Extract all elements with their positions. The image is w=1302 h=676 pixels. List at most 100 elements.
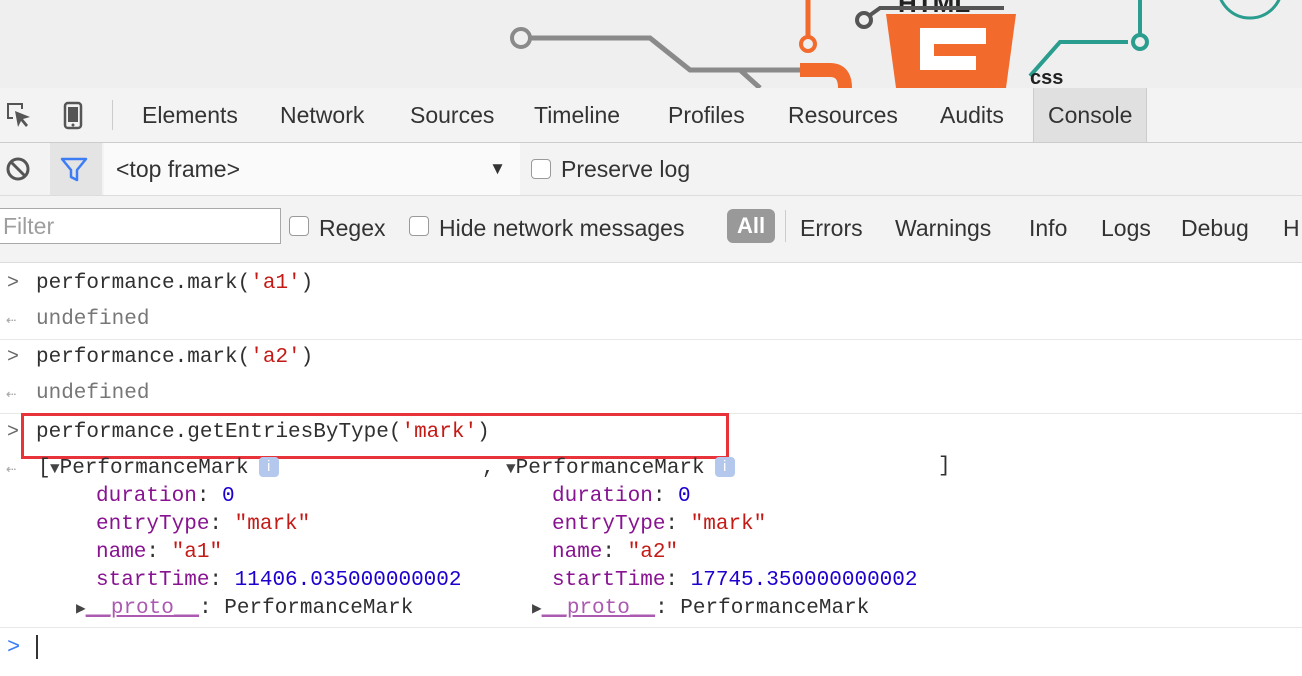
- proto-row[interactable]: ▶__proto__: PerformanceMark: [532, 597, 869, 620]
- output-return-icon: ⇠: [6, 312, 17, 331]
- preserve-log-label: Preserve log: [561, 156, 691, 182]
- tab-resources[interactable]: Resources: [788, 88, 898, 142]
- console-input-cursor[interactable]: [36, 635, 38, 659]
- property-row: startTime: 17745.350000000002: [552, 569, 918, 592]
- level-logs-button[interactable]: Logs: [1101, 196, 1151, 260]
- property-row: startTime: 11406.035000000002: [96, 569, 462, 592]
- level-warnings-button[interactable]: Warnings: [895, 196, 991, 260]
- tab-console[interactable]: Console: [1033, 88, 1148, 142]
- level-info-button[interactable]: Info: [1029, 196, 1067, 260]
- object-class-name: PerformanceMark: [515, 457, 705, 480]
- level-errors-button[interactable]: Errors: [800, 196, 863, 260]
- console-result-line: undefined: [36, 308, 150, 331]
- level-debug-button[interactable]: Debug: [1181, 196, 1249, 260]
- info-icon: i: [714, 457, 735, 477]
- property-value: "mark": [234, 513, 311, 536]
- console-prompt-icon: >: [7, 635, 21, 660]
- level-separator: [785, 210, 786, 242]
- object-class-name: PerformanceMark: [59, 457, 249, 480]
- tab-sources[interactable]: Sources: [410, 88, 494, 142]
- message-divider: [0, 339, 1302, 340]
- triangle-collapsed-icon: ▶: [532, 600, 542, 618]
- property-value: 11406.035000000002: [234, 569, 462, 592]
- triangle-expanded-icon: ▼: [506, 460, 516, 478]
- regex-checkbox[interactable]: [289, 216, 309, 236]
- property-key: startTime: [552, 569, 666, 592]
- property-row: name: "a1": [96, 541, 223, 564]
- console-result-line: undefined: [36, 382, 150, 405]
- triangle-collapsed-icon: ▶: [76, 600, 86, 618]
- property-key: duration: [96, 485, 197, 508]
- property-value: 0: [222, 485, 235, 508]
- inspect-element-icon[interactable]: [4, 100, 34, 130]
- output-return-icon: ⇠: [6, 386, 17, 405]
- hide-network-checkbox[interactable]: [409, 216, 429, 236]
- tab-timeline[interactable]: Timeline: [534, 88, 620, 142]
- input-prompt-icon: >: [7, 272, 20, 295]
- property-value: "a1": [171, 541, 223, 564]
- property-key: name: [552, 541, 603, 564]
- property-row: duration: 0: [96, 485, 235, 508]
- property-value: 17745.350000000002: [690, 569, 918, 592]
- regex-label: Regex: [319, 215, 386, 241]
- code-text: performance.mark(: [36, 272, 251, 295]
- code-text: ): [300, 346, 314, 369]
- array-open-bracket: [: [38, 457, 51, 480]
- chevron-down-icon: ▼: [489, 159, 506, 178]
- property-row: duration: 0: [552, 485, 691, 508]
- hide-network-label: Hide network messages: [439, 215, 685, 241]
- level-overflow-button[interactable]: H: [1283, 196, 1300, 260]
- level-all-button[interactable]: All: [727, 209, 775, 243]
- circuit-illustration: HTML css: [510, 0, 1281, 88]
- array-comma: ,: [482, 457, 495, 480]
- output-return-icon: ⇠: [6, 461, 17, 480]
- tab-network[interactable]: Network: [280, 88, 364, 142]
- filter-bar: Regex Hide network messages All Errors W…: [0, 196, 1302, 263]
- code-text: ): [300, 272, 314, 295]
- property-value: PerformanceMark: [680, 597, 870, 620]
- property-row: name: "a2": [552, 541, 679, 564]
- property-key: entryType: [552, 513, 666, 536]
- toolbar-separator: [112, 100, 113, 130]
- filter-toggle[interactable]: [50, 143, 102, 195]
- frame-selector[interactable]: <top frame> ▼: [104, 143, 520, 195]
- tab-profiles[interactable]: Profiles: [668, 88, 745, 142]
- message-divider: [0, 627, 1302, 628]
- property-key: __proto__: [85, 597, 200, 620]
- array-close-bracket: ]: [938, 455, 951, 478]
- highlight-annotation-box: [21, 413, 729, 459]
- property-key: duration: [552, 485, 653, 508]
- console-output[interactable]: > performance.mark('a1') ⇠ undefined > p…: [0, 263, 1302, 676]
- property-value: "mark": [690, 513, 767, 536]
- string-literal: 'a2': [250, 346, 301, 369]
- preserve-log-checkbox[interactable]: [531, 159, 551, 179]
- device-mode-icon[interactable]: [58, 100, 88, 130]
- page-background-strip: HTML css: [0, 0, 1302, 89]
- triangle-expanded-icon: ▼: [50, 460, 60, 478]
- frame-selector-label: <top frame>: [116, 156, 241, 182]
- tab-elements[interactable]: Elements: [142, 88, 238, 142]
- property-row: entryType: "mark": [552, 513, 767, 536]
- property-value: "a2": [627, 541, 679, 564]
- info-icon: i: [258, 457, 279, 477]
- tab-audits[interactable]: Audits: [940, 88, 1004, 142]
- input-prompt-icon: >: [7, 346, 20, 369]
- input-prompt-icon: >: [7, 421, 20, 444]
- console-input-line: performance.mark('a2'): [36, 346, 313, 369]
- property-value: PerformanceMark: [224, 597, 414, 620]
- property-key: entryType: [96, 513, 210, 536]
- console-toolbar: <top frame> ▼ Preserve log: [0, 143, 1302, 196]
- console-input-line: performance.mark('a1'): [36, 272, 313, 295]
- string-literal: 'a1': [250, 272, 301, 295]
- clear-console-icon[interactable]: [4, 155, 34, 185]
- svg-text:css: css: [1030, 67, 1063, 88]
- object-header[interactable]: ▼PerformanceMark i: [50, 457, 279, 480]
- filter-input[interactable]: [0, 208, 281, 244]
- object-header[interactable]: ▼PerformanceMark i: [506, 457, 735, 480]
- filter-icon: [60, 157, 88, 182]
- code-text: performance.mark(: [36, 346, 251, 369]
- proto-row[interactable]: ▶__proto__: PerformanceMark: [76, 597, 413, 620]
- property-key: __proto__: [541, 597, 656, 620]
- devtools-tab-bar: Elements Network Sources Timeline Profil…: [0, 88, 1302, 143]
- property-row: entryType: "mark": [96, 513, 311, 536]
